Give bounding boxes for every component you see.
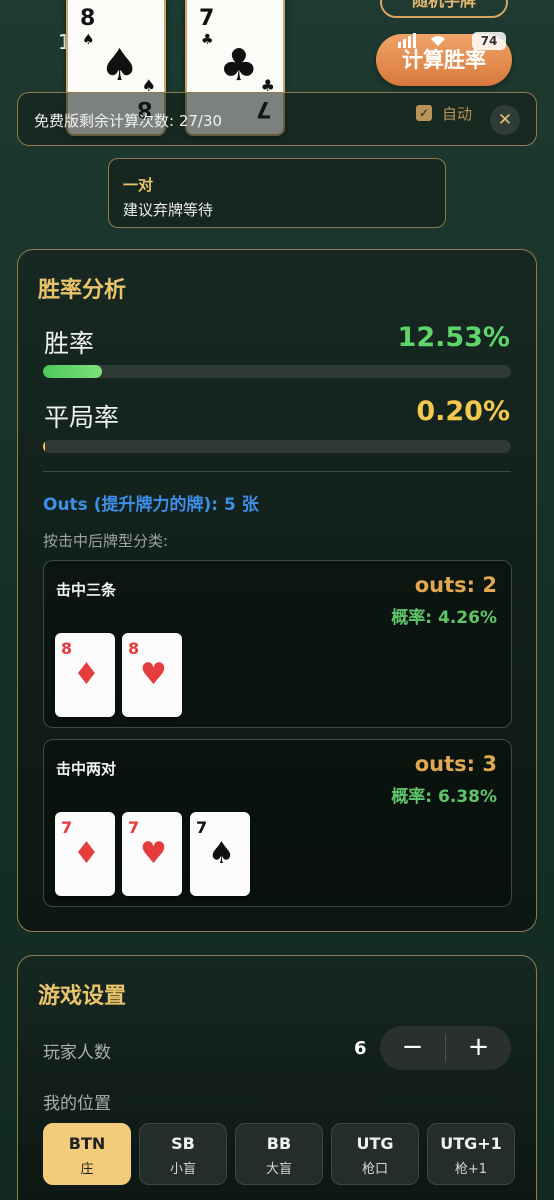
diamond-icon: ♦	[73, 657, 100, 692]
club-icon: ♣	[201, 32, 214, 48]
players-value: 6	[354, 1038, 367, 1059]
diamond-icon: ♦	[73, 836, 100, 871]
position-code: BB	[266, 1134, 292, 1153]
outs-category-two-pair: 击中两对 outs: 3 概率: 6.38% 7 ♦ 7 ♥ 7 ♠	[43, 739, 512, 907]
heart-icon: ♥	[140, 836, 167, 871]
players-label: 玩家人数	[43, 1043, 111, 1063]
category-title: 击中三条	[56, 581, 117, 599]
increment-button[interactable]: +	[446, 1026, 511, 1070]
players-stepper: − +	[380, 1026, 511, 1070]
position-btn-sb[interactable]: SB 小盲	[139, 1123, 227, 1185]
spade-icon: ♠	[82, 32, 95, 48]
outs-heading: Outs (提升牌力的牌): 5 张	[43, 495, 259, 515]
category-title: 击中两对	[56, 760, 117, 778]
random-hand-button[interactable]: 随机手牌	[380, 0, 508, 18]
game-settings-panel: 游戏设置 玩家人数 6 − + 我的位置 BTN 庄 SB 小盲 BB 大盲 U…	[17, 955, 537, 1200]
position-name: 庄	[80, 1162, 94, 1177]
position-name: 枪口	[361, 1162, 388, 1177]
wifi-icon	[431, 36, 445, 46]
category-probability: 概率: 6.38%	[391, 787, 497, 807]
card-rank: 8	[128, 639, 140, 658]
position-code: UTG+1	[440, 1134, 502, 1153]
win-rate-label: 胜率	[44, 329, 95, 358]
auto-checkbox[interactable]: ✓	[416, 105, 432, 121]
position-name: 小盲	[169, 1162, 196, 1177]
win-rate-bar-fill	[43, 365, 102, 378]
position-btn-btn[interactable]: BTN 庄	[43, 1123, 131, 1185]
position-btn-utg1[interactable]: UTG+1 枪+1	[427, 1123, 515, 1185]
heart-icon: ♥	[140, 657, 167, 692]
tie-rate-label: 平局率	[44, 403, 120, 432]
category-outs: outs: 2	[414, 573, 497, 597]
hand-type: 一对	[123, 176, 154, 194]
win-rate-bar	[43, 365, 511, 378]
remaining-calcs-text: 免费版剩余计算次数: 27/30	[34, 112, 223, 130]
settings-title: 游戏设置	[38, 984, 127, 1009]
spade-icon: ♠	[100, 40, 140, 91]
win-analysis-panel: 胜率分析 胜率 12.53% 平局率 0.20% Outs (提升牌力的牌): …	[17, 249, 537, 932]
hand-advice: 建议弃牌等待	[123, 201, 214, 219]
out-card: 8 ♥	[122, 633, 182, 717]
position-code: UTG	[356, 1134, 394, 1153]
tie-rate-bar	[43, 440, 511, 453]
battery-indicator: 74	[472, 32, 506, 50]
position-btn-utg[interactable]: UTG 枪口	[331, 1123, 419, 1185]
category-outs: outs: 3	[414, 752, 497, 776]
panel-title: 胜率分析	[38, 278, 127, 303]
position-label: 我的位置	[43, 1094, 111, 1114]
position-name: 枪+1	[454, 1162, 488, 1177]
close-icon[interactable]: ✕	[490, 105, 520, 135]
position-code: SB	[171, 1134, 195, 1153]
win-rate-value: 12.53%	[397, 322, 510, 353]
outs-subheading: 按击中后牌型分类:	[43, 532, 169, 550]
out-card: 7 ♦	[55, 812, 115, 896]
card-rank: 8	[61, 639, 73, 658]
position-btn-bb[interactable]: BB 大盲	[235, 1123, 323, 1185]
card-rank: 7	[128, 818, 140, 837]
card-rank: 8	[80, 6, 96, 31]
outs-category-trips: 击中三条 outs: 2 概率: 4.26% 8 ♦ 8 ♥	[43, 560, 512, 728]
tie-rate-value: 0.20%	[416, 396, 510, 427]
category-probability: 概率: 4.26%	[391, 608, 497, 628]
position-name: 大盲	[265, 1162, 292, 1177]
auto-label[interactable]: 自动	[442, 103, 472, 124]
out-card: 7 ♠	[190, 812, 250, 896]
position-code: BTN	[68, 1134, 106, 1153]
tie-rate-bar-fill	[43, 440, 45, 453]
free-usage-bar: 免费版剩余计算次数: 27/30 ✓ 自动 ✕	[17, 92, 537, 146]
club-icon: ♣	[219, 40, 259, 91]
out-card: 8 ♦	[55, 633, 115, 717]
card-rank: 7	[61, 818, 73, 837]
out-card: 7 ♥	[122, 812, 182, 896]
card-rank: 7	[199, 6, 215, 31]
card-rank: 7	[196, 818, 208, 837]
hand-result-box: 一对 建议弃牌等待	[108, 158, 446, 228]
divider	[43, 471, 511, 472]
decrement-button[interactable]: −	[380, 1026, 445, 1070]
spade-icon: ♠	[208, 836, 235, 871]
signal-icon	[398, 30, 458, 54]
